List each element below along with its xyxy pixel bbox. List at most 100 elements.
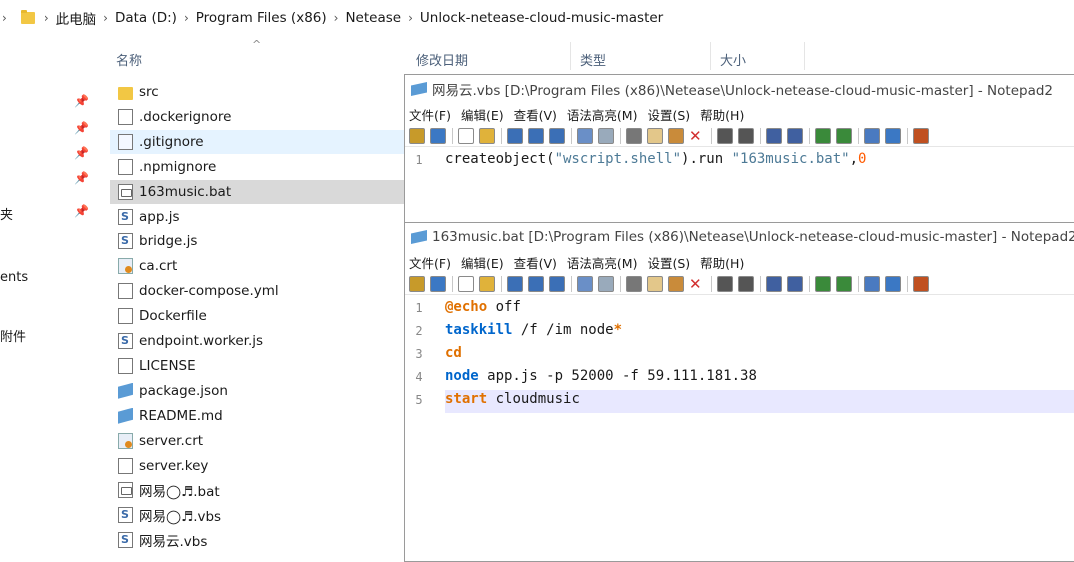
file-row[interactable]: server.key bbox=[110, 454, 410, 478]
file-row[interactable]: 网易云.vbs bbox=[110, 528, 410, 552]
pin-icon[interactable]: 📌 bbox=[74, 146, 89, 160]
pin-icon[interactable]: 📌 bbox=[74, 204, 89, 218]
code-line[interactable]: @echo off bbox=[445, 299, 521, 315]
zoom-in-icon[interactable] bbox=[815, 127, 831, 144]
editor-area[interactable]: 1 createobject("wscript.shell").run "163… bbox=[405, 147, 1074, 217]
code-line[interactable]: node app.js -p 52000 -f 59.111.181.38 bbox=[445, 368, 757, 384]
undo-icon[interactable] bbox=[577, 275, 593, 292]
file-row[interactable]: ca.crt bbox=[110, 254, 410, 278]
breadcrumb-item[interactable]: Netease bbox=[345, 10, 401, 26]
column-header-name[interactable]: ^ 名称 bbox=[110, 36, 410, 76]
code-line[interactable]: start cloudmusic bbox=[445, 391, 580, 407]
chevron-left-icon[interactable]: › bbox=[2, 11, 7, 25]
find-file-icon[interactable] bbox=[430, 275, 446, 292]
menu-help[interactable]: 帮助(H) bbox=[700, 105, 744, 124]
word-wrap-icon[interactable] bbox=[766, 275, 782, 292]
find-icon[interactable] bbox=[717, 127, 733, 144]
address-bar[interactable]: › › 此电脑 › Data (D:) › Program Files (x86… bbox=[0, 0, 1074, 36]
cut-icon[interactable] bbox=[626, 275, 642, 292]
replace-icon[interactable] bbox=[738, 127, 754, 144]
folder-open-icon[interactable] bbox=[479, 275, 495, 292]
edit-icon[interactable] bbox=[885, 275, 901, 292]
file-row[interactable]: .gitignore bbox=[110, 129, 410, 154]
line-numbers-icon[interactable] bbox=[787, 275, 803, 292]
notepad2-window-bat[interactable]: 163music.bat [D:\Program Files (x86)\Net… bbox=[404, 222, 1074, 562]
menu-view[interactable]: 查看(V) bbox=[514, 105, 557, 124]
menu-syntax[interactable]: 语法高亮(M) bbox=[567, 105, 638, 124]
paste-icon[interactable] bbox=[668, 127, 684, 144]
save-as-icon[interactable] bbox=[528, 275, 544, 292]
save-icon[interactable] bbox=[507, 275, 523, 292]
menu-file[interactable]: 文件(F) bbox=[409, 253, 451, 272]
exit-icon[interactable] bbox=[913, 127, 929, 144]
menu-file[interactable]: 文件(F) bbox=[409, 105, 451, 124]
save-copy-icon[interactable] bbox=[549, 127, 565, 144]
menu-help[interactable]: 帮助(H) bbox=[700, 253, 744, 272]
find-icon[interactable] bbox=[717, 275, 733, 292]
file-row[interactable]: Dockerfile bbox=[110, 304, 410, 328]
folder-open-icon[interactable] bbox=[479, 127, 495, 144]
menu-edit[interactable]: 编辑(E) bbox=[461, 253, 504, 272]
cut-icon[interactable] bbox=[626, 127, 642, 144]
word-wrap-icon[interactable] bbox=[766, 127, 782, 144]
file-row[interactable]: 网易◯♬.vbs bbox=[110, 503, 410, 527]
zoom-out-icon[interactable] bbox=[836, 127, 852, 144]
zoom-in-icon[interactable] bbox=[815, 275, 831, 292]
replace-icon[interactable] bbox=[738, 275, 754, 292]
line-numbers-icon[interactable] bbox=[787, 127, 803, 144]
file-row[interactable]: 网易◯♬.bat bbox=[110, 478, 410, 502]
notepad2-window-vbs[interactable]: 网易云.vbs [D:\Program Files (x86)\Netease\… bbox=[404, 74, 1074, 224]
file-row[interactable]: server.crt bbox=[110, 429, 410, 453]
column-header-size[interactable]: 大小 bbox=[720, 50, 746, 69]
breadcrumb-item[interactable]: Program Files (x86) bbox=[196, 10, 327, 26]
column-header-type[interactable]: 类型 bbox=[580, 50, 606, 69]
pin-icon[interactable]: 📌 bbox=[74, 171, 89, 185]
file-row[interactable]: endpoint.worker.js bbox=[110, 329, 410, 353]
menu-view[interactable]: 查看(V) bbox=[514, 253, 557, 272]
exit-icon[interactable] bbox=[913, 275, 929, 292]
open-icon[interactable] bbox=[409, 275, 425, 292]
delete-icon[interactable]: ✕ bbox=[689, 128, 705, 144]
save-icon[interactable] bbox=[507, 127, 523, 144]
pin-icon[interactable]: 📌 bbox=[74, 121, 89, 135]
file-row[interactable]: .npmignore bbox=[110, 155, 410, 179]
breadcrumb-item[interactable]: Data (D:) bbox=[115, 10, 177, 26]
find-file-icon[interactable] bbox=[430, 127, 446, 144]
code-line[interactable]: createobject("wscript.shell").run "163mu… bbox=[445, 151, 866, 167]
nav-item[interactable]: ents bbox=[0, 270, 28, 285]
file-row[interactable]: bridge.js bbox=[110, 229, 410, 253]
breadcrumb-item[interactable]: 此电脑 bbox=[56, 8, 97, 28]
redo-icon[interactable] bbox=[598, 127, 614, 144]
menu-edit[interactable]: 编辑(E) bbox=[461, 105, 504, 124]
column-header-date[interactable]: 修改日期 bbox=[416, 50, 468, 69]
editor-area[interactable]: 1 @echo off 2 taskkill /f /im node* 3 cd… bbox=[405, 295, 1074, 555]
code-line[interactable]: cd bbox=[445, 345, 462, 361]
copy-icon[interactable] bbox=[647, 127, 663, 144]
redo-icon[interactable] bbox=[598, 275, 614, 292]
paste-icon[interactable] bbox=[668, 275, 684, 292]
menu-settings[interactable]: 设置(S) bbox=[647, 105, 690, 124]
save-as-icon[interactable] bbox=[528, 127, 544, 144]
scheme-icon[interactable] bbox=[864, 275, 880, 292]
delete-icon[interactable]: ✕ bbox=[689, 276, 705, 292]
window-titlebar[interactable]: 网易云.vbs [D:\Program Files (x86)\Netease\… bbox=[405, 75, 1074, 103]
new-icon[interactable] bbox=[458, 275, 474, 292]
zoom-out-icon[interactable] bbox=[836, 275, 852, 292]
save-copy-icon[interactable] bbox=[549, 275, 565, 292]
pin-icon[interactable]: 📌 bbox=[74, 94, 89, 108]
nav-item[interactable]: 附件 bbox=[0, 326, 26, 345]
window-titlebar[interactable]: 163music.bat [D:\Program Files (x86)\Net… bbox=[405, 223, 1074, 251]
file-row[interactable]: src bbox=[110, 80, 410, 104]
undo-icon[interactable] bbox=[577, 127, 593, 144]
nav-item[interactable]: 夹 bbox=[0, 204, 13, 223]
open-icon[interactable] bbox=[409, 127, 425, 144]
file-row[interactable]: docker-compose.yml bbox=[110, 279, 410, 303]
file-row[interactable]: .dockerignore bbox=[110, 105, 410, 129]
file-row[interactable]: README.md bbox=[110, 404, 410, 428]
new-icon[interactable] bbox=[458, 127, 474, 144]
menu-syntax[interactable]: 语法高亮(M) bbox=[567, 253, 638, 272]
edit-icon[interactable] bbox=[885, 127, 901, 144]
copy-icon[interactable] bbox=[647, 275, 663, 292]
file-row[interactable]: app.js bbox=[110, 205, 410, 229]
menu-settings[interactable]: 设置(S) bbox=[647, 253, 690, 272]
